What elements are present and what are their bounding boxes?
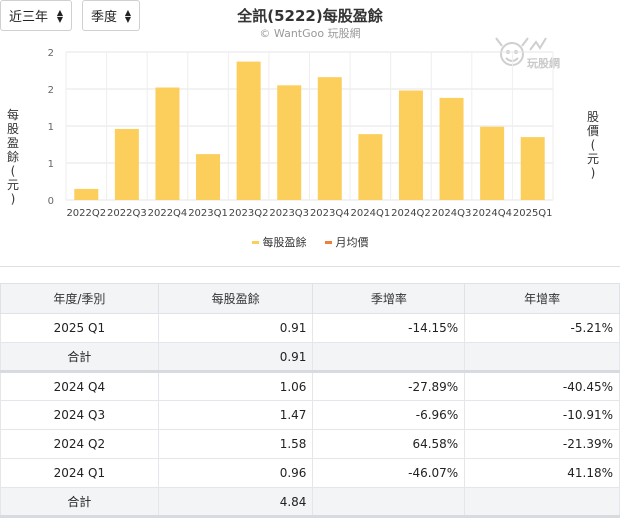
x-tick-label: 2023Q3 (269, 208, 309, 219)
y-tick-label: 2 (48, 85, 54, 96)
cell-period: 合計 (0, 487, 159, 518)
cell-qoq: 64.58% (312, 429, 466, 459)
cell-period: 合計 (0, 342, 159, 373)
cell-period: 2024 Q1 (0, 458, 159, 488)
cell-qoq (312, 487, 466, 518)
x-tick-label: 2022Q2 (66, 208, 106, 219)
eps-bar[interactable] (114, 128, 139, 200)
header-qoq: 季增率 (312, 283, 466, 314)
cell-yoy (464, 487, 620, 518)
legend-item-eps[interactable]: 每股盈餘 (251, 234, 307, 250)
eps-bar[interactable] (277, 85, 302, 200)
legend-swatch-eps (251, 240, 259, 244)
eps-bar[interactable] (155, 87, 180, 200)
table-row: 2024 Q2 1.58 64.58% -21.39% (0, 429, 620, 459)
legend-item-price[interactable]: 月均價 (324, 234, 369, 250)
table-row: 2024 Q3 1.47 -6.96% -10.91% (0, 400, 620, 430)
x-tick-label: 2024Q1 (351, 208, 391, 219)
cell-period: 2025 Q1 (0, 313, 159, 343)
x-tick-label: 2024Q3 (432, 208, 472, 219)
legend-label-eps: 每股盈餘 (262, 236, 307, 249)
cell-period: 2024 Q4 (0, 371, 159, 401)
chart-legend: 每股盈餘 月均價 (0, 234, 620, 250)
table-body: 2025 Q1 0.91 -14.15% -5.21% 合計 0.91 2024 Q4 1.0… (0, 313, 620, 518)
cell-yoy: -40.45% (464, 371, 620, 401)
x-tick-label: 2023Q1 (188, 208, 228, 219)
table-header-row: 年度/季別 每股盈餘 季增率 年增率 (0, 283, 620, 314)
cell-eps: 4.84 (157, 487, 314, 518)
cell-yoy: -21.39% (464, 429, 620, 459)
cell-qoq: -6.96% (312, 400, 466, 430)
eps-bar[interactable] (480, 126, 505, 200)
table-total-row: 合計 0.91 (0, 342, 620, 373)
x-tick-label: 2022Q4 (148, 208, 188, 219)
eps-bar[interactable] (317, 77, 342, 200)
cell-qoq: -27.89% (312, 371, 466, 401)
eps-bar[interactable] (74, 188, 99, 200)
cell-qoq: -14.15% (312, 313, 466, 343)
section-divider (0, 266, 620, 267)
eps-bar[interactable] (439, 97, 464, 200)
cell-period: 2024 Q2 (0, 429, 159, 459)
y-tick-label: 1 (48, 122, 54, 133)
cell-eps: 1.47 (157, 400, 314, 430)
legend-label-price: 月均價 (335, 236, 369, 249)
header-yoy: 年增率 (464, 283, 620, 314)
eps-bar[interactable] (520, 137, 545, 200)
table-row: 2024 Q4 1.06 -27.89% -40.45% (0, 371, 620, 401)
cell-period: 2024 Q3 (0, 400, 159, 430)
x-tick-label: 2024Q2 (391, 208, 431, 219)
eps-bar[interactable] (398, 90, 423, 200)
y-tick-label: 1 (48, 159, 54, 170)
eps-bar[interactable] (358, 134, 383, 200)
x-tick-label: 2023Q2 (229, 208, 269, 219)
x-tick-label: 2024Q4 (472, 208, 512, 219)
cell-qoq (312, 342, 466, 373)
cell-yoy: -10.91% (464, 400, 620, 430)
eps-bar[interactable] (236, 61, 261, 201)
eps-bar[interactable] (196, 154, 221, 200)
cell-eps: 0.91 (157, 313, 314, 343)
cell-eps: 0.91 (157, 342, 314, 373)
legend-swatch-price (324, 240, 332, 244)
cell-yoy: 41.18% (464, 458, 620, 488)
cell-yoy (464, 342, 620, 373)
header-period: 年度/季別 (0, 283, 159, 314)
cell-eps: 1.06 (157, 371, 314, 401)
x-tick-label: 2025Q1 (513, 208, 553, 219)
x-tick-label: 2023Q4 (310, 208, 350, 219)
cell-qoq: -46.07% (312, 458, 466, 488)
eps-table: 年度/季別 每股盈餘 季增率 年增率 2025 Q1 0.91 -14.15% -5.… (0, 283, 620, 518)
table-row: 2024 Q1 0.96 -46.07% 41.18% (0, 458, 620, 488)
header-eps: 每股盈餘 (157, 283, 314, 314)
table-total-row: 合計 4.84 (0, 487, 620, 518)
cell-eps: 0.96 (157, 458, 314, 488)
eps-bar-chart: 011222022Q2 2022Q3 2022Q4 2023Q1 2023Q2 2023Q… (48, 48, 554, 219)
cell-eps: 1.58 (157, 429, 314, 459)
cell-yoy: -5.21% (464, 313, 620, 343)
x-tick-label: 2022Q3 (107, 208, 147, 219)
table-row: 2025 Q1 0.91 -14.15% -5.21% (0, 313, 620, 343)
y-tick-label: 0 (48, 196, 54, 207)
y-tick-label: 2 (48, 48, 54, 59)
